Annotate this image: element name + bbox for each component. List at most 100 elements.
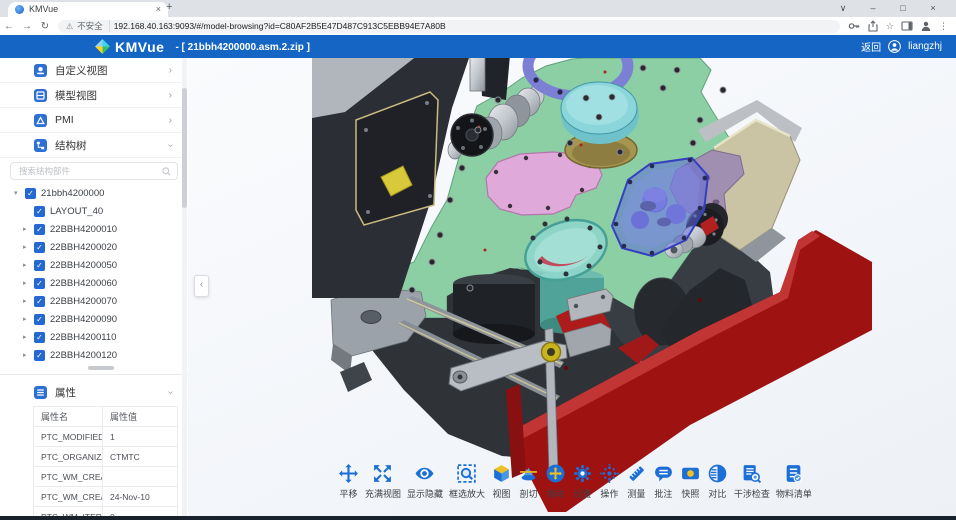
tab-close-icon[interactable]: × <box>156 2 161 17</box>
table-row: PTC_WM_ITERATION 0 <box>34 507 178 517</box>
tree-item[interactable]: ▸ ✓ 22BBH4200050 <box>0 256 188 274</box>
caret-down-icon[interactable]: ▾ <box>14 189 23 197</box>
tool-pan[interactable]: 平移 <box>338 463 359 500</box>
cad-model[interactable] <box>188 58 956 516</box>
checkbox-checked-icon[interactable]: ✓ <box>34 242 45 253</box>
divider <box>0 374 188 375</box>
checkbox-checked-icon[interactable]: ✓ <box>34 314 45 325</box>
return-button[interactable]: 返回 <box>861 39 881 54</box>
sidebar-item-structure-tree[interactable]: 结构树 › <box>0 133 188 158</box>
password-key-icon[interactable] <box>848 20 860 32</box>
tool-section[interactable]: 剖切 <box>518 463 539 500</box>
tree-item[interactable]: ▸ ✓ 22BBH4200090 <box>0 310 188 328</box>
checkbox-checked-icon[interactable]: ✓ <box>25 188 36 199</box>
column-header: 属性名 <box>34 407 103 427</box>
tool-annotate[interactable]: 批注 <box>653 463 674 500</box>
chevron-right-icon: › <box>169 115 172 126</box>
checkbox-checked-icon[interactable]: ✓ <box>34 350 45 361</box>
sidebar: 自定义视图 › 模型视图 › PMI › 结构树 › ▾ ✓ 21bbh4200… <box>0 58 189 516</box>
caret-right-icon[interactable]: ▸ <box>23 225 32 233</box>
tree-item-label: 21bbh4200000 <box>41 188 104 199</box>
tree-item[interactable]: ▸ ✓ 22BBH4200110 <box>0 328 188 346</box>
sidebar-item-model-views[interactable]: 模型视图 › <box>0 83 188 108</box>
sidebar-item-custom-views[interactable]: 自定义视图 › <box>0 58 188 83</box>
chevron-right-icon: › <box>169 65 172 76</box>
window-maximize-icon[interactable]: □ <box>888 0 918 17</box>
checkbox-checked-icon[interactable]: ✓ <box>34 278 45 289</box>
properties-section-header[interactable]: 属性 › <box>0 380 188 404</box>
tool-compare[interactable]: 对比 <box>707 463 728 500</box>
pmi-icon <box>34 114 47 127</box>
app-header: KMVue - [ 21bbh4200000.asm.2.zip ] 返回 li… <box>0 35 956 58</box>
caret-right-icon[interactable]: ▸ <box>23 261 32 269</box>
horizontal-scrollbar-thumb[interactable] <box>88 366 114 370</box>
caret-right-icon[interactable]: ▸ <box>23 279 32 287</box>
tool-bom[interactable]: 物料清单 <box>776 463 812 500</box>
properties-icon <box>34 386 47 399</box>
checkbox-checked-icon[interactable]: ✓ <box>34 206 45 217</box>
sidebar-collapse-button[interactable]: ‹ <box>194 275 209 297</box>
tool-settings[interactable]: 设置 <box>572 463 593 500</box>
checkbox-checked-icon[interactable]: ✓ <box>34 224 45 235</box>
viewer-toolbar: 平移 充满视图 显示隐藏 框选放大 <box>338 463 812 500</box>
caret-right-icon[interactable]: ▸ <box>23 333 32 341</box>
tool-views[interactable]: 视图 <box>491 463 512 500</box>
tool-snapshot[interactable]: 快照 <box>680 463 701 500</box>
tree-item[interactable]: ✓ LAYOUT_40 <box>0 202 188 220</box>
sidebar-item-label: PMI <box>55 114 161 126</box>
window-minimize-icon[interactable]: – <box>858 0 888 17</box>
share-icon[interactable] <box>867 20 879 32</box>
sidebar-item-pmi[interactable]: PMI › <box>0 108 188 133</box>
tool-box-zoom[interactable]: 框选放大 <box>449 463 485 500</box>
tree-item[interactable]: ▸ ✓ 22BBH4200120 <box>0 346 188 364</box>
tool-fit-view[interactable]: 充满视图 <box>365 463 401 500</box>
box-zoom-icon <box>456 463 477 484</box>
side-panel-icon[interactable] <box>901 20 913 32</box>
model-view-icon <box>34 89 47 102</box>
tree-item[interactable]: ▾ ✓ 21bbh4200000 <box>0 184 188 202</box>
back-icon[interactable]: ← <box>0 21 18 32</box>
section-icon <box>518 463 539 484</box>
search-box[interactable] <box>10 162 178 180</box>
reload-icon[interactable]: ↻ <box>36 21 54 32</box>
table-row: PTC_MODIFIED 1 <box>34 427 178 447</box>
url-field[interactable]: ⚠ 不安全 192.168.40.163:9093/#/model-browsi… <box>58 20 840 33</box>
new-tab-button[interactable]: + <box>166 1 172 13</box>
checkbox-checked-icon[interactable]: ✓ <box>34 332 45 343</box>
tool-drag[interactable]: 拖动 <box>545 463 566 500</box>
settings-icon <box>572 463 593 484</box>
tree-item-label: 22BBH4200110 <box>50 332 116 343</box>
vertical-scrollbar-thumb[interactable] <box>182 88 187 208</box>
caret-right-icon[interactable]: ▸ <box>23 315 32 323</box>
browser-tab[interactable]: KMVue × <box>8 2 168 17</box>
checkbox-checked-icon[interactable]: ✓ <box>34 260 45 271</box>
tree-item-label: 22BBH4200070 <box>50 296 117 307</box>
user-avatar-icon[interactable] <box>888 40 901 53</box>
forward-icon[interactable]: → <box>18 21 36 32</box>
tool-show-hide[interactable]: 显示隐藏 <box>407 463 443 500</box>
profile-avatar-icon[interactable] <box>920 20 932 32</box>
tool-interference-check[interactable]: 干涉检查 <box>734 463 770 500</box>
tree-item[interactable]: ▸ ✓ 22BBH4200020 <box>0 238 188 256</box>
window-close-icon[interactable]: × <box>918 0 948 17</box>
tool-measure[interactable]: 测量 <box>626 463 647 500</box>
browser-menu-icon[interactable]: ⋮ <box>939 21 948 32</box>
bookmark-star-icon[interactable]: ☆ <box>886 21 894 32</box>
username-label: liangzhj <box>908 41 942 52</box>
properties-table: 属性名 属性值 PTC_MODIFIED 1 PTC_ORGANIZATIO..… <box>33 406 178 516</box>
tool-operate[interactable]: 操作 <box>599 463 620 500</box>
operate-icon <box>599 463 620 484</box>
caret-right-icon[interactable]: ▸ <box>23 243 32 251</box>
tree-item[interactable]: ▸ ✓ 22BBH4200060 <box>0 274 188 292</box>
checkbox-checked-icon[interactable]: ✓ <box>34 296 45 307</box>
caret-right-icon[interactable]: ▸ <box>23 351 32 359</box>
compare-icon <box>707 463 728 484</box>
property-value: 1 <box>103 427 178 447</box>
property-name: PTC_WM_CREATED_... <box>34 467 103 487</box>
tree-item[interactable]: ▸ ✓ 22BBH4200070 <box>0 292 188 310</box>
tree-item[interactable]: ▸ ✓ 22BBH4200010 <box>0 220 188 238</box>
property-name: PTC_MODIFIED <box>34 427 103 447</box>
window-menu-icon[interactable]: ∨ <box>828 0 858 17</box>
caret-right-icon[interactable]: ▸ <box>23 297 32 305</box>
search-input[interactable] <box>17 165 162 177</box>
